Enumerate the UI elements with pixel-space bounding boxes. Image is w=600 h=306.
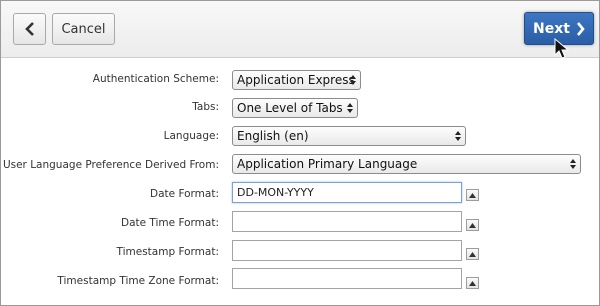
timestamp-format-picker-button[interactable] bbox=[466, 248, 479, 260]
select-arrows-icon bbox=[350, 75, 356, 85]
select-arrows-icon bbox=[347, 103, 353, 113]
user-language-preference-value: Application Primary Language bbox=[237, 157, 418, 171]
date-format-input[interactable]: DD-MON-YYYY bbox=[232, 182, 462, 203]
user-language-preference-select[interactable]: Application Primary Language bbox=[232, 154, 581, 174]
back-button[interactable] bbox=[13, 13, 46, 45]
timestamp-tz-format-picker-button[interactable] bbox=[466, 277, 479, 289]
caret-up-icon bbox=[469, 222, 476, 228]
language-value: English (en) bbox=[237, 129, 309, 143]
timestamp-tz-format-label: Timestamp Time Zone Format: bbox=[57, 275, 219, 287]
authentication-scheme-value: Application Express bbox=[237, 73, 355, 87]
caret-up-icon bbox=[469, 192, 476, 198]
tabs-value: One Level of Tabs bbox=[237, 101, 343, 115]
cancel-button[interactable]: Cancel bbox=[52, 13, 115, 45]
tabs-label: Tabs: bbox=[192, 101, 219, 113]
caret-up-icon bbox=[469, 251, 476, 257]
date-time-format-picker-button[interactable] bbox=[466, 219, 479, 231]
mouse-cursor-icon bbox=[554, 38, 570, 59]
authentication-scheme-label: Authentication Scheme: bbox=[92, 73, 219, 85]
user-language-preference-label: User Language Preference Derived From: bbox=[2, 159, 219, 171]
language-label: Language: bbox=[163, 130, 219, 142]
date-time-format-label: Date Time Format: bbox=[120, 217, 219, 229]
timestamp-tz-format-input[interactable] bbox=[232, 268, 462, 289]
date-format-label: Date Format: bbox=[150, 188, 219, 200]
select-arrows-icon bbox=[570, 159, 576, 169]
chevron-left-icon bbox=[24, 22, 34, 36]
date-format-picker-button[interactable] bbox=[466, 189, 479, 201]
language-select[interactable]: English (en) bbox=[232, 126, 466, 146]
authentication-scheme-select[interactable]: Application Express bbox=[232, 70, 361, 90]
tabs-select[interactable]: One Level of Tabs bbox=[232, 98, 358, 118]
next-button-label: Next bbox=[533, 20, 570, 37]
timestamp-format-input[interactable] bbox=[232, 240, 462, 261]
timestamp-format-label: Timestamp Format: bbox=[116, 246, 220, 258]
select-arrows-icon bbox=[455, 131, 461, 141]
caret-up-icon bbox=[469, 280, 476, 286]
wizard-toolbar: Cancel Next bbox=[1, 1, 599, 58]
chevron-right-icon bbox=[576, 21, 585, 36]
date-time-format-input[interactable] bbox=[232, 211, 462, 232]
